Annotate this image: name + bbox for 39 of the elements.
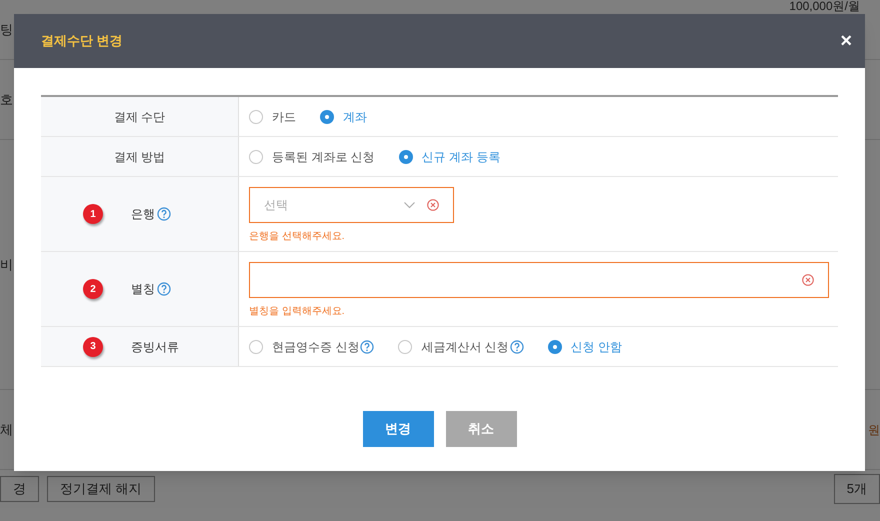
background-text: 체	[0, 420, 13, 439]
background-text: 원	[868, 422, 880, 438]
help-icon[interactable]	[510, 340, 524, 354]
count-button[interactable]: 5개	[834, 474, 880, 504]
number-badge: 2	[83, 279, 103, 299]
background-text: 호	[0, 90, 13, 109]
chevron-down-icon	[404, 202, 415, 208]
radio-option[interactable]: 카드	[249, 108, 296, 126]
nickname-input[interactable]	[249, 262, 829, 298]
help-icon[interactable]	[157, 207, 171, 221]
field-label: 결제 방법	[114, 148, 166, 166]
help-icon[interactable]	[360, 340, 374, 354]
number-badge: 1	[83, 204, 103, 224]
field-label: 별칭	[131, 281, 155, 298]
number-badge: 3	[83, 336, 103, 356]
radio-option[interactable]: 세금계산서 신청	[398, 338, 509, 356]
radio-option[interactable]: 신규 계좌 등록	[398, 148, 500, 166]
radio-option[interactable]: 신청 안함	[548, 338, 622, 356]
help-icon[interactable]	[157, 282, 171, 296]
background-text: 비	[0, 256, 13, 274]
error-message: 은행을 선택해주세요.	[249, 230, 346, 244]
error-message: 별칭을 입력해주세요.	[249, 305, 346, 319]
dialog-title: 결제수단 변경	[41, 32, 123, 50]
field-label: 증빙서류	[131, 338, 179, 356]
field-label: 결제 수단	[114, 108, 166, 126]
background-text: 100,000원/월	[789, 0, 860, 13]
clear-icon[interactable]	[427, 199, 439, 211]
clear-icon[interactable]	[802, 274, 814, 286]
radio-option[interactable]: 등록된 계좌로 신청	[249, 148, 375, 166]
confirm-button[interactable]: 변경	[362, 411, 434, 447]
background-text: 팅	[0, 20, 13, 39]
radio-option[interactable]: 현금영수증 신청	[249, 338, 360, 356]
background-button[interactable]: 정기결제 해지	[47, 476, 155, 502]
field-label: 은행	[131, 206, 155, 223]
cancel-button[interactable]: 취소	[446, 411, 516, 447]
radio-option[interactable]: 계좌	[320, 108, 367, 126]
close-button[interactable]: ×	[840, 31, 852, 51]
bank-select[interactable]: 선택	[249, 187, 454, 223]
background-button[interactable]: 경	[0, 476, 39, 502]
